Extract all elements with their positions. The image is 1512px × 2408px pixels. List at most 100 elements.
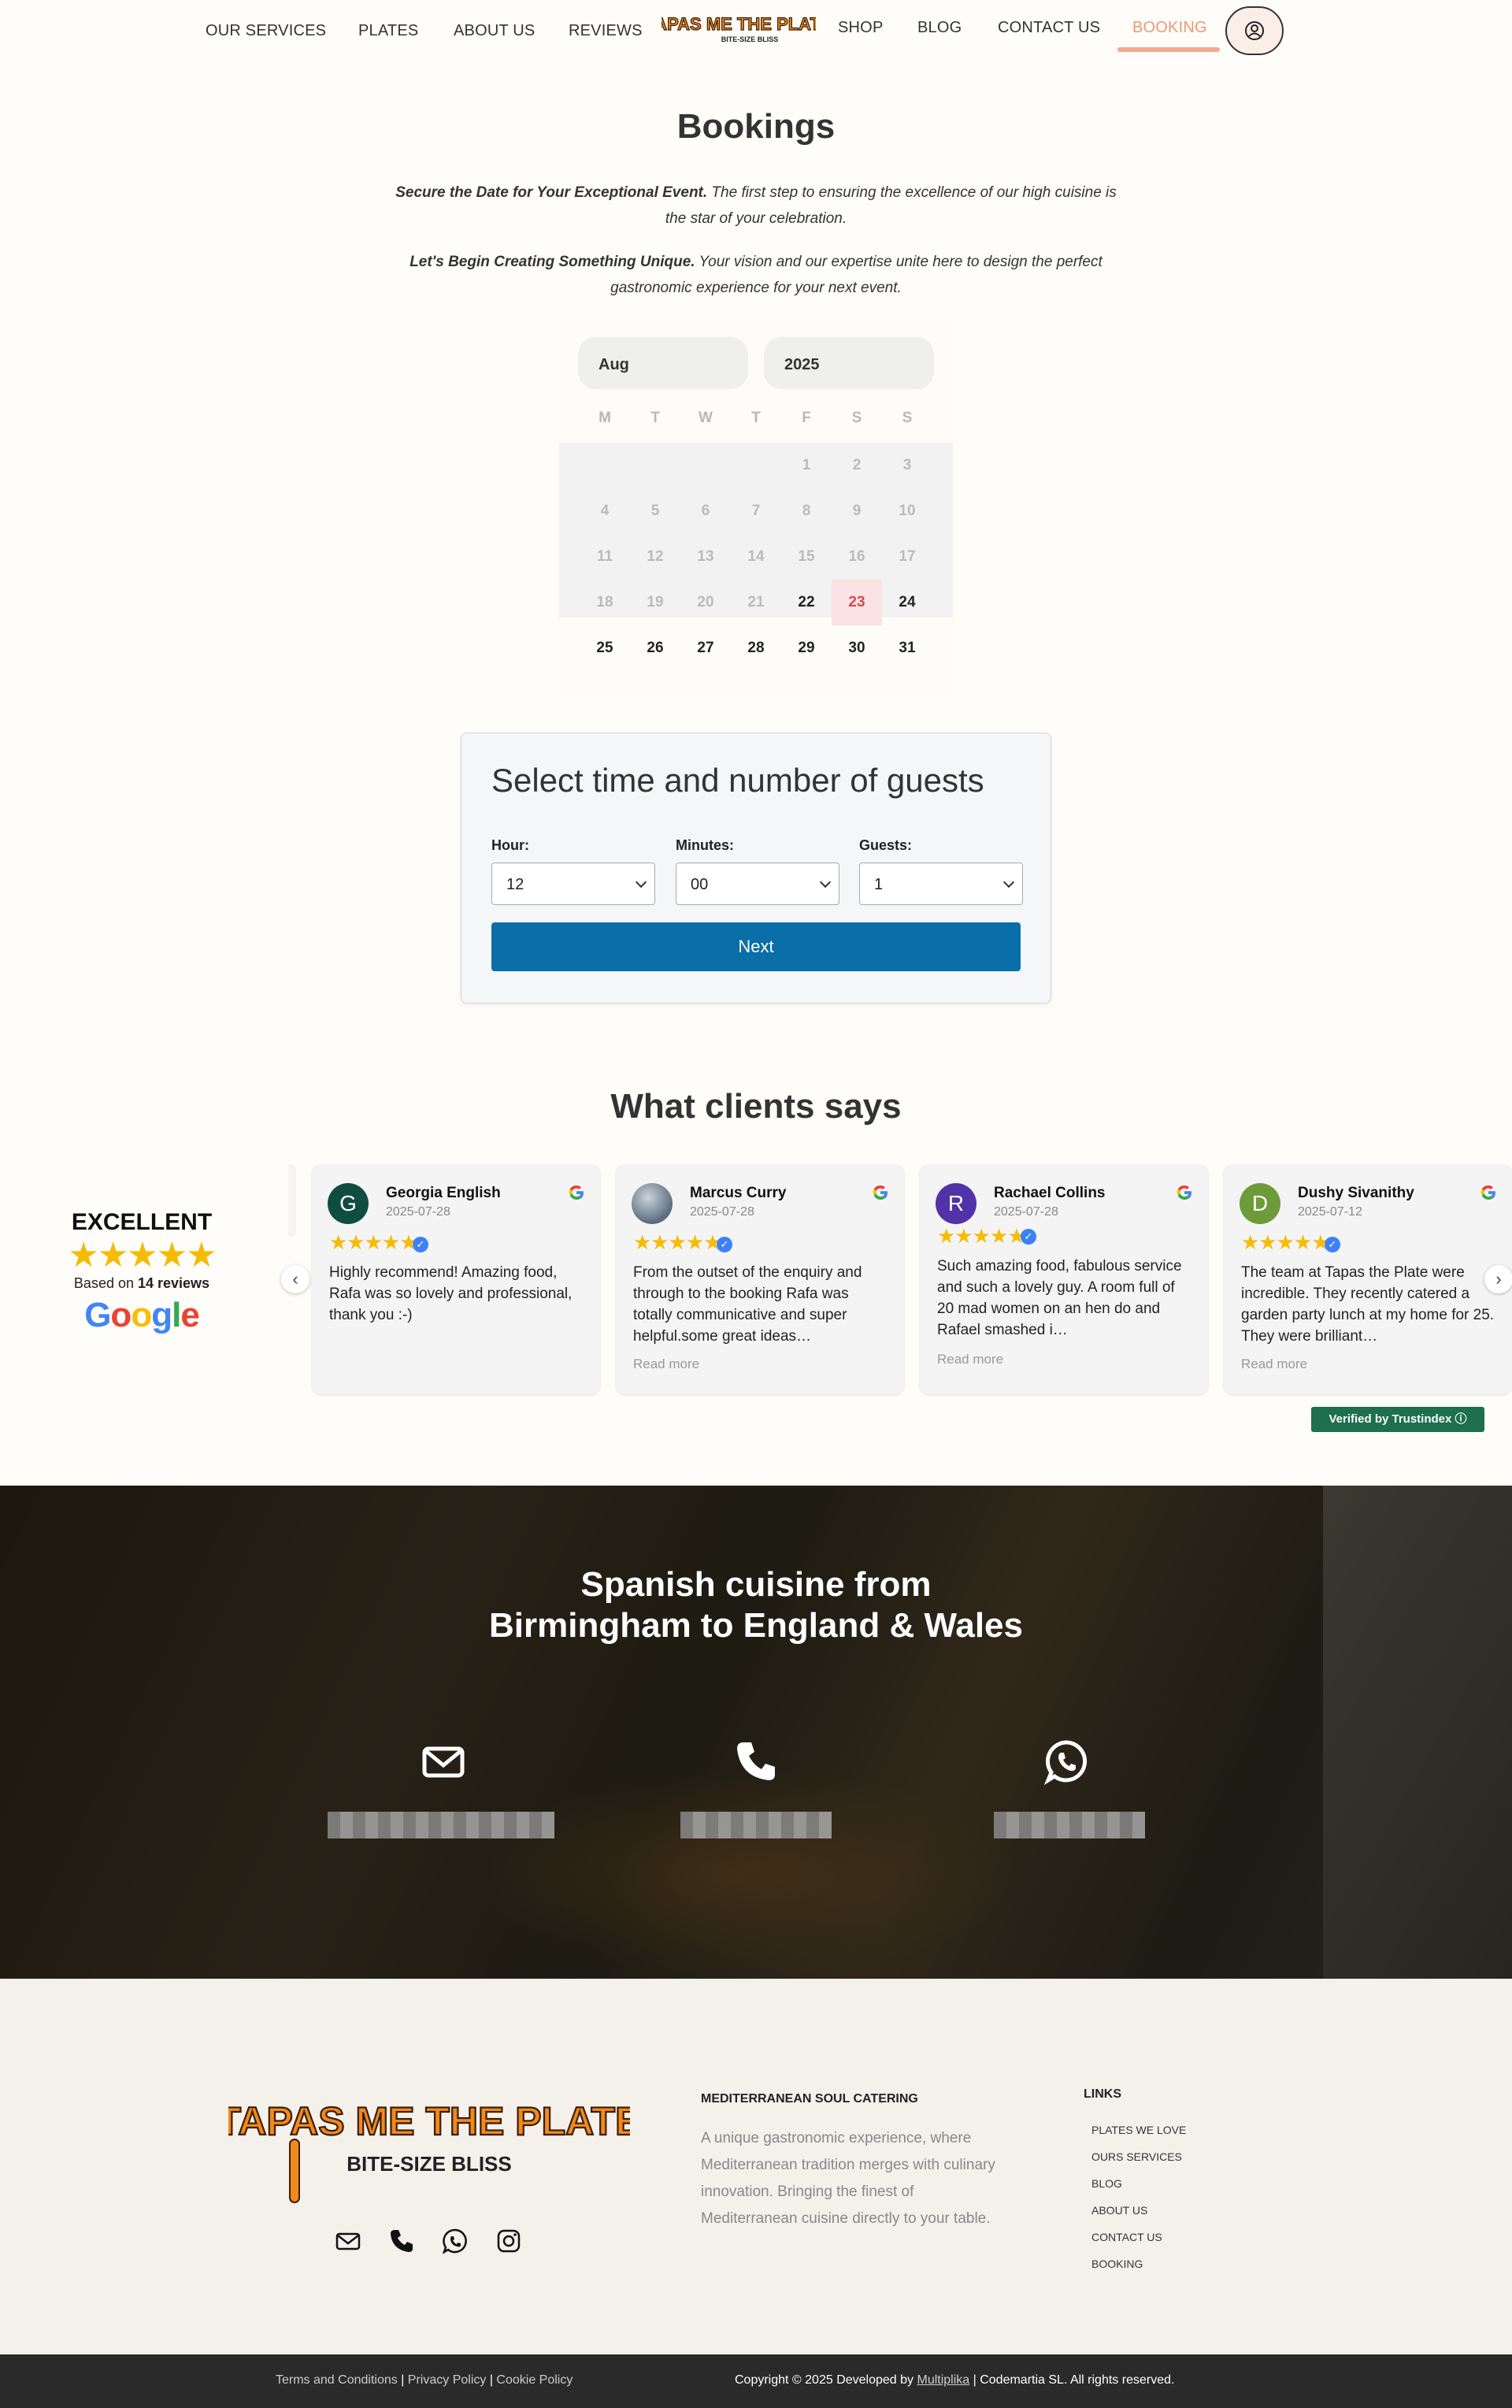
calendar-day[interactable]: 26 [630, 625, 680, 671]
logo-subtitle: BITE-SIZE BLISS [721, 35, 779, 43]
hour-select[interactable]: 12 [491, 863, 655, 905]
read-more-link[interactable]: Read more [937, 1352, 1003, 1367]
year-select[interactable]: 2025 [764, 337, 934, 389]
nav-reviews[interactable]: REVIEWS [569, 22, 643, 40]
nav-about-us[interactable]: ABOUT US [454, 22, 535, 40]
review-card[interactable]: Marcus Curry 2025-07-28 ★★★★★ ✓ From the out… [616, 1164, 904, 1394]
footer-link-blog[interactable]: BLOG [1091, 2177, 1122, 2190]
calendar-day: 7 [751, 503, 761, 519]
read-more-link[interactable]: Read more [1241, 1356, 1307, 1372]
weekday-label: F [802, 410, 811, 426]
review-card[interactable]: D Dushy Sivanithy 2025-07-12 ★★★★★ ✓ The team… [1224, 1164, 1512, 1394]
calendar-day: 14 [747, 548, 765, 565]
calendar-day: 18 [596, 594, 613, 610]
minutes-label: Minutes: [676, 837, 734, 853]
privacy-link[interactable]: Privacy Policy [408, 2373, 487, 2387]
reviews-prev-arrow[interactable]: ‹ [281, 1265, 309, 1293]
footer-instagram-icon[interactable] [495, 2228, 522, 2254]
footer-link-about[interactable]: ABOUT US [1091, 2204, 1147, 2217]
terms-link[interactable]: Terms and Conditions [276, 2373, 398, 2387]
nav-booking[interactable]: BOOKING [1132, 19, 1207, 37]
copyright-prefix: Copyright © 2025 Developed by [735, 2373, 917, 2387]
calendar-day[interactable]: 23 [832, 580, 882, 625]
verified-check-icon: ✓ [717, 1237, 732, 1252]
hero-heading: Spanish cuisine from Birmingham to Englan… [0, 1564, 1512, 1646]
footer-whatsapp-icon[interactable] [442, 2228, 469, 2254]
footer-mail-icon[interactable] [335, 2228, 361, 2254]
calendar-day[interactable]: 22 [781, 580, 832, 625]
hero-heading-line-2: Birmingham to England & Wales [489, 1606, 1023, 1645]
nav-blog[interactable]: BLOG [917, 19, 962, 37]
calendar-day[interactable]: 30 [832, 625, 882, 671]
nav-contact-us[interactable]: CONTACT US [998, 19, 1100, 37]
minutes-value: 00 [691, 876, 709, 893]
logo-title: TAPAS ME THE PLATE [662, 14, 816, 34]
rating-summary: EXCELLENT ★★★★★ Based on 14 reviews Goog… [47, 1209, 236, 1339]
reviewer-avatar: G [328, 1183, 369, 1224]
nav-our-services[interactable]: OUR SERVICES [206, 22, 326, 40]
page-title: Bookings [676, 107, 836, 146]
chevron-down-icon [635, 876, 647, 889]
trustindex-badge[interactable]: Verified by Trustindex ⓘ [1311, 1407, 1484, 1432]
calendar-day: 17 [899, 548, 916, 565]
review-text: From the outset of the enquiry and throu… [633, 1264, 862, 1345]
guests-value: 1 [874, 876, 884, 893]
calendar-day: 3 [902, 457, 912, 473]
phone-icon[interactable] [732, 1738, 780, 1785]
footer-logo-subtitle: BITE-SIZE BLISS [346, 2152, 511, 2176]
review-stars: ★★★★★ [1241, 1230, 1330, 1254]
reviews-next-arrow[interactable]: › [1484, 1265, 1512, 1293]
footer-links-heading: LINKS [1084, 2087, 1121, 2101]
next-button[interactable]: Next [491, 922, 1021, 971]
google-g-icon [569, 1185, 584, 1200]
whatsapp-icon[interactable] [1043, 1738, 1091, 1785]
footer-phone-icon[interactable] [388, 2228, 415, 2254]
summary-stars: ★★★★★ [68, 1236, 217, 1274]
intro-1-text: The first step to ensuring the excellenc… [665, 184, 1117, 227]
footer-link-services[interactable]: OURS SERVICES [1091, 2150, 1182, 2163]
review-count: 14 reviews [137, 1275, 210, 1291]
review-card[interactable]: G Georgia English 2025-07-28 ★★★★★ ✓ Highly r… [312, 1164, 600, 1394]
review-stars: ★★★★★ [937, 1224, 1026, 1248]
review-card[interactable]: R Rachael Collins 2025-07-28 ★★★★★ ✓ Such ama… [920, 1164, 1208, 1394]
calendar-day[interactable]: 27 [680, 625, 731, 671]
reviewer-avatar [632, 1183, 673, 1224]
footer-link-contact[interactable]: CONTACT US [1091, 2231, 1162, 2243]
calendar-day: 5 [650, 503, 660, 519]
hero-overlay [0, 1486, 1512, 1979]
weekday-label: S [902, 410, 913, 426]
chevron-down-icon [1002, 876, 1015, 889]
review-date: 2025-07-28 [386, 1205, 450, 1219]
booking-calendar: Aug 2025 MTWTFSS 1 2 3 4 5 6 7 8 9 10 11 12 13 14 15 16… [559, 323, 953, 693]
footer-about-heading: MEDITERRANEAN SOUL CATERING [701, 2092, 918, 2106]
account-button[interactable] [1225, 6, 1284, 55]
calendar-day: 20 [697, 594, 714, 610]
hour-label: Hour: [491, 837, 529, 853]
minutes-select[interactable]: 00 [676, 863, 839, 905]
footer-logo[interactable]: TAPAS ME THE PLATE BITE-SIZE BLISS [216, 2089, 643, 2207]
nav-plates[interactable]: PLATES [358, 22, 418, 40]
month-select[interactable]: Aug [578, 337, 748, 389]
copyright-suffix: | Codemartia SL. All rights reserved. [969, 2373, 1175, 2387]
reviewer-name: Dushy Sivanithy [1298, 1185, 1414, 1201]
cookie-link[interactable]: Cookie Policy [496, 2373, 573, 2387]
read-more-link[interactable]: Read more [633, 1356, 699, 1372]
verified-check-icon: ✓ [1021, 1229, 1036, 1245]
calendar-day[interactable]: 24 [882, 580, 932, 625]
calendar-day[interactable]: 28 [731, 625, 781, 671]
calendar-day[interactable]: 31 [882, 625, 932, 671]
chevron-down-icon [819, 876, 832, 889]
nav-shop[interactable]: SHOP [838, 19, 883, 37]
guests-select[interactable]: 1 [859, 863, 1023, 905]
calendar-day: 16 [848, 548, 865, 565]
calendar-day: 12 [647, 548, 664, 565]
mail-icon[interactable] [420, 1738, 467, 1785]
developer-link[interactable]: Multiplika [917, 2373, 969, 2387]
footer-link-plates[interactable]: PLATES WE LOVE [1091, 2124, 1186, 2136]
site-logo[interactable]: TAPAS ME THE PLATE BITE-SIZE BLISS [645, 8, 832, 46]
calendar-day[interactable]: 25 [580, 625, 630, 671]
contact-hero: Spanish cuisine from Birmingham to Englan… [0, 1486, 1512, 1979]
footer-link-booking[interactable]: BOOKING [1091, 2258, 1143, 2270]
calendar-day[interactable]: 29 [781, 625, 832, 671]
reviewer-name: Rachael Collins [994, 1185, 1106, 1201]
